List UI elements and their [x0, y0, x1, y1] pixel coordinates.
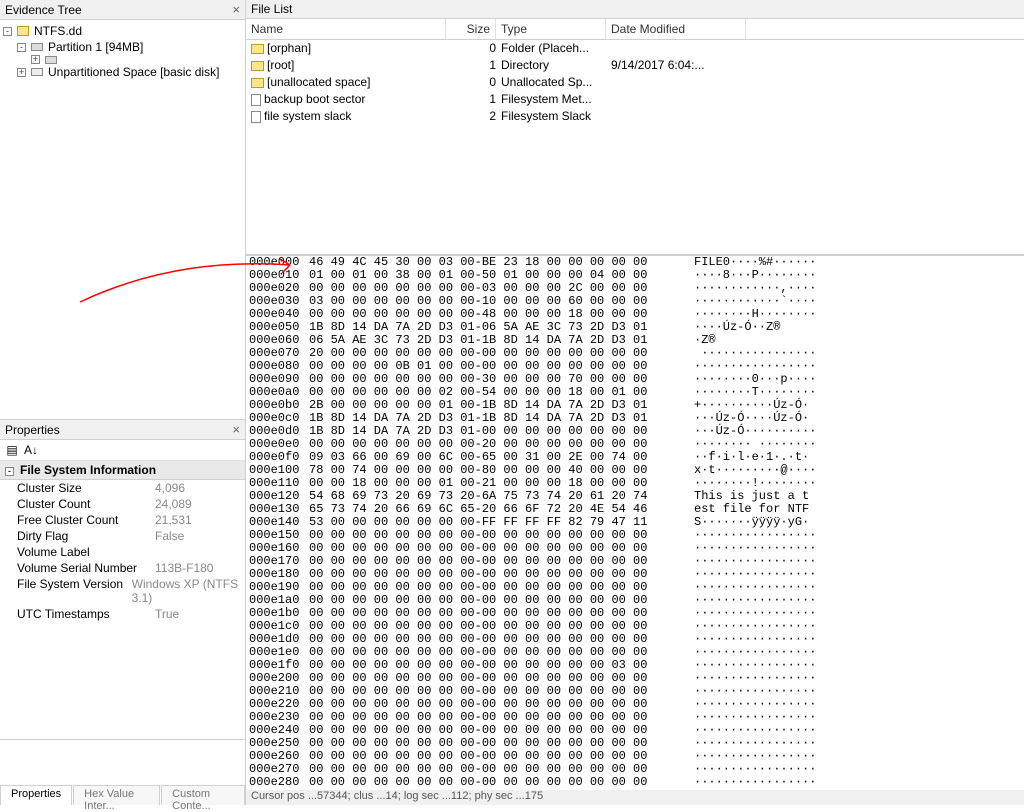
properties-title: Properties × — [0, 420, 245, 440]
file-name: file system slack — [264, 108, 351, 125]
property-value: Windows XP (NTFS 3.1) — [132, 577, 240, 605]
property-key: Cluster Size — [5, 481, 155, 495]
folder-icon — [251, 78, 264, 88]
node-icon — [45, 56, 57, 64]
sort-az-icon[interactable]: A↓ — [23, 442, 39, 458]
file-type: Directory — [501, 57, 611, 74]
property-row[interactable]: Cluster Count24,089 — [0, 496, 245, 512]
properties-label: Properties — [5, 423, 60, 437]
property-value: True — [155, 607, 179, 621]
property-value: 4,096 — [155, 481, 185, 495]
file-date — [611, 108, 751, 125]
property-row[interactable]: File System VersionWindows XP (NTFS 3.1) — [0, 576, 245, 606]
property-row[interactable]: Dirty FlagFalse — [0, 528, 245, 544]
tab-hex-value[interactable]: Hex Value Inter... — [73, 785, 160, 805]
property-row[interactable]: Volume Label — [0, 544, 245, 560]
file-list-header: Name Size Type Date Modified — [246, 19, 1024, 40]
hex-row[interactable]: 000e28000 00 00 00 00 00 00 00-00 00 00 … — [249, 776, 1021, 789]
file-type: Filesystem Met... — [501, 91, 611, 108]
property-key: File System Version — [5, 577, 132, 605]
file-name: [unallocated space] — [267, 74, 370, 91]
file-list-row[interactable]: [unallocated space] 0Unallocated Sp... — [246, 74, 1024, 91]
tree-node-child[interactable]: + — [3, 55, 242, 64]
property-key: Dirty Flag — [5, 529, 155, 543]
folder-icon — [251, 44, 264, 54]
file-list-title: File List — [246, 0, 1024, 19]
file-icon — [251, 94, 261, 106]
left-tabs: Properties Hex Value Inter... Custom Con… — [0, 785, 245, 805]
property-row[interactable]: Volume Serial Number113B-F180 — [0, 560, 245, 576]
file-list-body[interactable]: [orphan] 0Folder (Placeh... [root] 1Directo… — [246, 40, 1024, 254]
property-row[interactable]: Cluster Size4,096 — [0, 480, 245, 496]
property-value: 24,089 — [155, 497, 192, 511]
unpartitioned-icon — [31, 68, 43, 76]
col-name[interactable]: Name — [246, 19, 446, 39]
col-type[interactable]: Type — [496, 19, 606, 39]
file-size: 2 — [451, 108, 501, 125]
properties-section-header[interactable]: -File System Information — [0, 461, 245, 480]
file-date: 9/14/2017 6:04:... — [611, 57, 751, 74]
file-size: 0 — [451, 74, 501, 91]
file-date — [611, 40, 751, 57]
file-list-row[interactable]: [root] 1Directory9/14/2017 6:04:... — [246, 57, 1024, 74]
file-type: Folder (Placeh... — [501, 40, 611, 57]
properties-toolbar: ▤ A↓ — [0, 440, 245, 461]
tree-label: Partition 1 [94MB] — [48, 39, 143, 55]
tree-node-root[interactable]: -NTFS.dd — [3, 23, 242, 39]
file-size: 1 — [451, 57, 501, 74]
hex-viewer[interactable]: 000e00046 49 4C 45 30 00 03 00-BE 23 18 … — [246, 255, 1024, 790]
property-key: UTC Timestamps — [5, 607, 155, 621]
close-icon[interactable]: × — [232, 2, 240, 17]
file-list-row[interactable]: file system slack 2Filesystem Slack — [246, 108, 1024, 125]
file-name: [root] — [267, 57, 294, 74]
tree-node-partition[interactable]: -Partition 1 [94MB] — [3, 39, 242, 55]
file-list-row[interactable]: [orphan] 0Folder (Placeh... — [246, 40, 1024, 57]
sort-categorized-icon[interactable]: ▤ — [4, 442, 20, 458]
property-key: Volume Serial Number — [5, 561, 155, 575]
hex-offset: 000e280 — [249, 776, 309, 789]
tree-label: Unpartitioned Space [basic disk] — [48, 64, 219, 80]
file-size: 1 — [451, 91, 501, 108]
evidence-tree-title: Evidence Tree × — [0, 0, 245, 20]
property-value: False — [155, 529, 184, 543]
tab-custom-content[interactable]: Custom Conte... — [161, 785, 245, 805]
tree-label: NTFS.dd — [34, 23, 82, 39]
property-row[interactable]: UTC TimestampsTrue — [0, 606, 245, 622]
property-value: 21,531 — [155, 513, 192, 527]
property-key: Volume Label — [5, 545, 155, 559]
col-size[interactable]: Size — [446, 19, 496, 39]
file-date — [611, 74, 751, 91]
status-bar: Cursor pos ...57344; clus ...14; log sec… — [246, 790, 1024, 805]
partition-icon — [31, 43, 43, 51]
file-type: Unallocated Sp... — [501, 74, 611, 91]
folder-icon — [251, 61, 264, 71]
tab-properties[interactable]: Properties — [0, 785, 72, 805]
file-list-label: File List — [251, 2, 292, 16]
file-date — [611, 91, 751, 108]
property-key: Cluster Count — [5, 497, 155, 511]
property-key: Free Cluster Count — [5, 513, 155, 527]
hex-ascii: ················· — [694, 776, 816, 789]
file-size: 0 — [451, 40, 501, 57]
drive-icon — [17, 26, 29, 36]
file-name: [orphan] — [267, 40, 311, 57]
file-icon — [251, 111, 261, 123]
section-label: File System Information — [20, 463, 156, 477]
close-icon[interactable]: × — [232, 422, 240, 437]
evidence-tree-label: Evidence Tree — [5, 3, 82, 17]
evidence-tree[interactable]: -NTFS.dd -Partition 1 [94MB] + +Unpartit… — [0, 20, 245, 419]
hex-bytes: 00 00 00 00 00 00 00 00-00 00 00 00 00 0… — [309, 776, 694, 789]
property-value: 113B-F180 — [155, 561, 213, 575]
file-name: backup boot sector — [264, 91, 365, 108]
file-list-row[interactable]: backup boot sector 1Filesystem Met... — [246, 91, 1024, 108]
file-type: Filesystem Slack — [501, 108, 611, 125]
property-row[interactable]: Free Cluster Count21,531 — [0, 512, 245, 528]
tree-node-unpart[interactable]: +Unpartitioned Space [basic disk] — [3, 64, 242, 80]
col-date[interactable]: Date Modified — [606, 19, 746, 39]
